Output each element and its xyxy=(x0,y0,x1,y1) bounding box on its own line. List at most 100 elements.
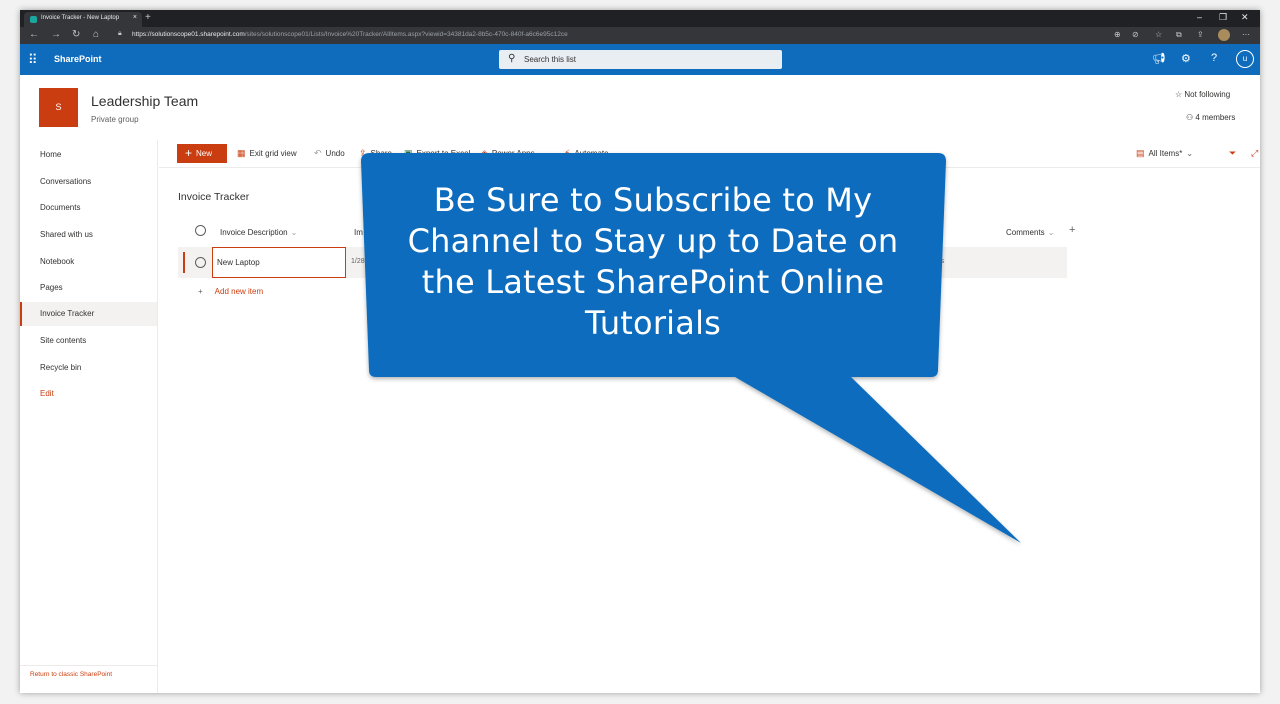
column-header-invoice-description[interactable]: Invoice Description ⌄ xyxy=(220,228,297,237)
nav-item-invoice-tracker[interactable]: Invoice Tracker xyxy=(20,302,157,326)
callout-line: Tutorials xyxy=(584,304,722,342)
app-launcher-icon[interactable]: ⠿ xyxy=(28,53,37,66)
callout-line: the Latest SharePoint Online xyxy=(421,263,885,301)
column-header-comments[interactable]: Comments ⌄ xyxy=(1006,228,1054,237)
nav-item-pages[interactable]: Pages xyxy=(20,276,157,300)
new-tab-button[interactable]: + xyxy=(145,12,151,24)
browser-window: Invoice Tracker - New Laptop × + – ❐ ✕ ←… xyxy=(20,10,1260,693)
favorite-star-icon[interactable]: ☆ xyxy=(1155,30,1162,39)
callout-line: Be Sure to Subscribe to My xyxy=(433,181,873,219)
command-bar: + New ▦ Exit grid view ↶ Undo ⇪ Share ▣ Expor… xyxy=(159,141,1260,168)
sharepoint-brand[interactable]: SharePoint xyxy=(54,54,102,64)
zoom-icon[interactable]: ⊕ xyxy=(1114,30,1121,39)
site-logo[interactable]: S xyxy=(39,88,78,127)
nav-item-shared-with-us[interactable]: Shared with us xyxy=(20,223,157,247)
chevron-down-icon: ⌄ xyxy=(290,228,298,237)
power-apps-icon: ◈ xyxy=(481,148,488,158)
back-icon[interactable]: ← xyxy=(29,29,39,41)
export-to-excel-button[interactable]: ▣ Export to Excel xyxy=(404,148,470,159)
nav-item-home[interactable]: Home xyxy=(20,143,157,167)
plus-icon: + xyxy=(198,287,203,296)
share-button[interactable]: ⇪ Share xyxy=(359,148,392,159)
view-selector[interactable]: ▤ All Items* ⌄ xyxy=(1136,148,1193,159)
close-window-icon[interactable]: ✕ xyxy=(1241,12,1249,23)
suite-bar: ⠿ SharePoint ⚲ Search this list 📢︎ ⚙ ? u xyxy=(20,44,1260,75)
add-new-item-button[interactable]: + Add new item xyxy=(198,287,263,296)
collections-icon[interactable]: ⧉ xyxy=(1176,30,1182,40)
select-all-radio[interactable] xyxy=(195,225,206,236)
browser-toolbar: ← → ↻ ⌂ 🔒︎ https://solutionscope01.share… xyxy=(20,27,1260,44)
expand-icon[interactable]: ⤢ xyxy=(1251,148,1260,159)
nav-item-recycle-bin[interactable]: Recycle bin xyxy=(20,356,157,380)
new-label: New xyxy=(196,149,213,158)
exit-grid-view-button[interactable]: ▦ Exit grid view xyxy=(237,148,297,159)
undo-icon: ↶ xyxy=(314,148,322,158)
view-icon: ▤ xyxy=(1136,148,1145,158)
refresh-icon[interactable]: ↻ xyxy=(72,29,80,41)
restore-icon[interactable]: ❐ xyxy=(1219,12,1227,23)
export-label: Export to Excel xyxy=(416,149,471,158)
nav-item-documents[interactable]: Documents xyxy=(20,196,157,220)
sharepoint-favicon-icon xyxy=(30,16,37,23)
site-title[interactable]: Leadership Team xyxy=(91,93,198,109)
view-label: All Items* xyxy=(1148,149,1183,158)
column-label: Comments xyxy=(1006,228,1045,237)
row-select-radio[interactable] xyxy=(195,257,206,268)
exit-grid-label: Exit grid view xyxy=(249,149,297,158)
forward-icon[interactable]: → xyxy=(51,29,61,41)
minimize-icon[interactable]: – xyxy=(1197,12,1202,22)
share-icon: ⇪ xyxy=(359,148,367,158)
add-column-icon[interactable]: + xyxy=(1069,224,1075,236)
tab-close-icon[interactable]: × xyxy=(133,14,137,21)
lock-icon: 🔒︎ xyxy=(118,30,122,37)
more-options-icon[interactable]: ⋯ xyxy=(1242,30,1250,39)
chevron-down-icon: ⌄ xyxy=(1186,149,1194,158)
return-to-classic-link[interactable]: Return to classic SharePoint xyxy=(20,665,157,678)
filter-glyph: ⏷ xyxy=(1229,148,1237,158)
date-cell[interactable]: 1/28 xyxy=(351,258,365,265)
column-header-partial[interactable]: Im xyxy=(354,228,363,237)
members-label: 4 members xyxy=(1195,113,1236,122)
nav-edit-link[interactable]: Edit xyxy=(20,382,157,406)
grid-icon: ▦ xyxy=(237,148,246,158)
nav-item-notebook[interactable]: Notebook xyxy=(20,250,157,274)
tracking-icon[interactable]: ⊘ xyxy=(1132,30,1139,39)
power-apps-button[interactable]: ◈ Power Apps xyxy=(481,148,535,159)
gear-icon[interactable]: ⚙ xyxy=(1181,52,1191,65)
megaphone-icon[interactable]: 📢︎ xyxy=(1152,52,1166,65)
browser-tab-bar: Invoice Tracker - New Laptop × + – ❐ ✕ xyxy=(20,10,1260,27)
undo-button[interactable]: ↶ Undo xyxy=(314,148,345,159)
add-item-label: Add new item xyxy=(214,287,264,296)
list-title: Invoice Tracker xyxy=(178,191,250,203)
nav-item-conversations[interactable]: Conversations xyxy=(20,170,157,194)
address-bar[interactable]: 🔒︎ https://solutionscope01.sharepoint.co… xyxy=(112,29,1172,42)
share-label: Share xyxy=(370,149,392,158)
site-subtitle: Private group xyxy=(91,115,139,124)
user-avatar[interactable]: u xyxy=(1236,50,1254,68)
members-button[interactable]: ⚇ 4 members xyxy=(1186,113,1235,122)
automate-button[interactable]: ⚡︎ Automate xyxy=(564,148,609,159)
share-browser-icon[interactable]: ⇪ xyxy=(1197,30,1204,39)
follow-label: Not following xyxy=(1184,90,1231,99)
expand-glyph: ⤢ xyxy=(1251,148,1259,158)
partial-cell[interactable]: llis xyxy=(936,258,944,265)
chevron-down-icon: ⌄ xyxy=(1047,228,1055,237)
automate-icon: ⚡︎ xyxy=(564,148,571,158)
power-apps-label: Power Apps xyxy=(491,149,535,158)
help-icon[interactable]: ? xyxy=(1211,52,1217,64)
star-icon: ☆ xyxy=(1175,90,1185,99)
plus-icon: + xyxy=(185,146,193,160)
invoice-description-cell[interactable]: New Laptop xyxy=(212,247,346,278)
column-label: Invoice Description xyxy=(220,228,288,237)
new-button[interactable]: + New xyxy=(177,144,227,163)
nav-item-site-contents[interactable]: Site contents xyxy=(20,329,157,353)
excel-icon: ▣ xyxy=(404,148,413,158)
follow-button[interactable]: ☆ Not following xyxy=(1175,90,1230,99)
browser-profile-avatar[interactable] xyxy=(1218,29,1230,41)
search-placeholder: Search this list xyxy=(524,55,577,64)
search-box[interactable]: ⚲ Search this list xyxy=(499,50,782,69)
browser-tab[interactable]: Invoice Tracker - New Laptop × xyxy=(24,12,142,27)
filter-icon[interactable]: ⏷ xyxy=(1229,148,1240,159)
tab-title: Invoice Tracker - New Laptop xyxy=(41,15,120,21)
home-icon[interactable]: ⌂ xyxy=(93,29,99,41)
